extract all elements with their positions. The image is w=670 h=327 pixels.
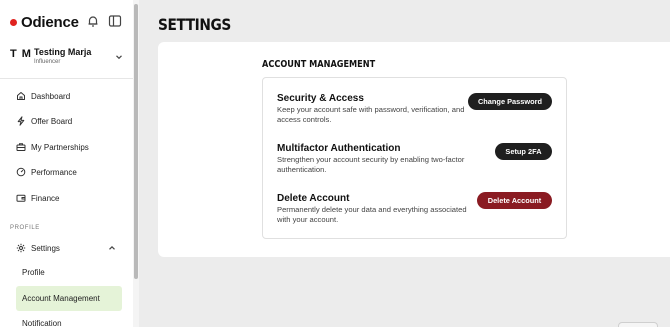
sidebar-item-finance[interactable]: Finance bbox=[16, 190, 59, 206]
sidebar-subitem-label: Profile bbox=[22, 268, 45, 277]
brand-name: Odience bbox=[21, 13, 79, 31]
brand-dot-icon bbox=[10, 18, 17, 26]
delete-account-title: Delete Account bbox=[277, 193, 350, 204]
bell-icon[interactable] bbox=[86, 14, 100, 28]
avatar: T M bbox=[10, 48, 32, 60]
sidebar-subitem-notification[interactable]: Notification bbox=[16, 311, 122, 327]
sidebar-item-performance[interactable]: Performance bbox=[16, 164, 77, 180]
sidebar-item-label: Finance bbox=[31, 193, 60, 203]
delete-account-description: Permanently delete your data and everyth… bbox=[277, 205, 467, 224]
sidebar-item-dashboard[interactable]: Dashboard bbox=[16, 88, 70, 104]
sidebar-subitem-label: Notification bbox=[22, 319, 62, 327]
page-title: SETTINGS bbox=[158, 15, 231, 34]
delete-account-button[interactable]: Delete Account bbox=[477, 192, 552, 209]
sidebar-subitem-account-management[interactable]: Account Management bbox=[16, 286, 122, 311]
sidebar-scrollbar-thumb[interactable] bbox=[134, 4, 138, 279]
briefcase-icon bbox=[16, 143, 26, 151]
user-name: Testing Marja bbox=[34, 47, 92, 57]
security-access-title: Security & Access bbox=[277, 93, 364, 104]
gear-icon bbox=[16, 243, 26, 253]
settings-panel: ACCOUNT MANAGEMENT Security & Access Kee… bbox=[158, 42, 670, 257]
sidebar-toggle-icon[interactable] bbox=[108, 14, 122, 28]
sidebar-item-label: Offer Board bbox=[31, 116, 73, 126]
chevron-down-icon bbox=[116, 55, 122, 60]
bolt-icon bbox=[17, 116, 25, 126]
sidebar-item-label: My Partnerships bbox=[31, 142, 89, 152]
floating-widget-edge[interactable] bbox=[618, 322, 658, 327]
home-icon bbox=[17, 92, 25, 100]
brand-logo[interactable]: Odience bbox=[10, 12, 79, 32]
wallet-icon bbox=[16, 194, 26, 202]
sidebar-subitem-label: Account Management bbox=[22, 294, 100, 303]
sidebar-item-settings[interactable]: Settings bbox=[16, 240, 60, 256]
sidebar-item-label: Settings bbox=[31, 243, 60, 253]
multifactor-auth-description: Strengthen your account security by enab… bbox=[277, 155, 465, 174]
section-label-profile: PROFILE bbox=[10, 225, 40, 231]
chevron-up-icon[interactable] bbox=[107, 243, 117, 253]
user-role: Influencer bbox=[34, 59, 61, 65]
sidebar-item-offer-board[interactable]: Offer Board bbox=[16, 113, 72, 129]
sidebar-item-label: Dashboard bbox=[31, 91, 71, 101]
change-password-button[interactable]: Change Password bbox=[468, 93, 552, 110]
user-switcher[interactable]: T M Testing Marja Influencer bbox=[10, 44, 128, 72]
sidebar-item-my-partnerships[interactable]: My Partnerships bbox=[16, 139, 89, 155]
security-access-description: Keep your account safe with password, ve… bbox=[277, 105, 465, 124]
divider bbox=[0, 78, 133, 79]
multifactor-auth-title: Multifactor Authentication bbox=[277, 143, 401, 154]
account-management-card: Security & Access Keep your account safe… bbox=[262, 77, 567, 239]
sidebar-subitem-profile[interactable]: Profile bbox=[16, 260, 122, 285]
gauge-icon bbox=[16, 167, 26, 177]
sidebar: Odience T M Testing Marja Influencer Das… bbox=[0, 0, 139, 327]
setup-2fa-button[interactable]: Setup 2FA bbox=[495, 143, 552, 160]
section-heading: ACCOUNT MANAGEMENT bbox=[262, 59, 376, 70]
sidebar-item-label: Performance bbox=[31, 167, 77, 177]
